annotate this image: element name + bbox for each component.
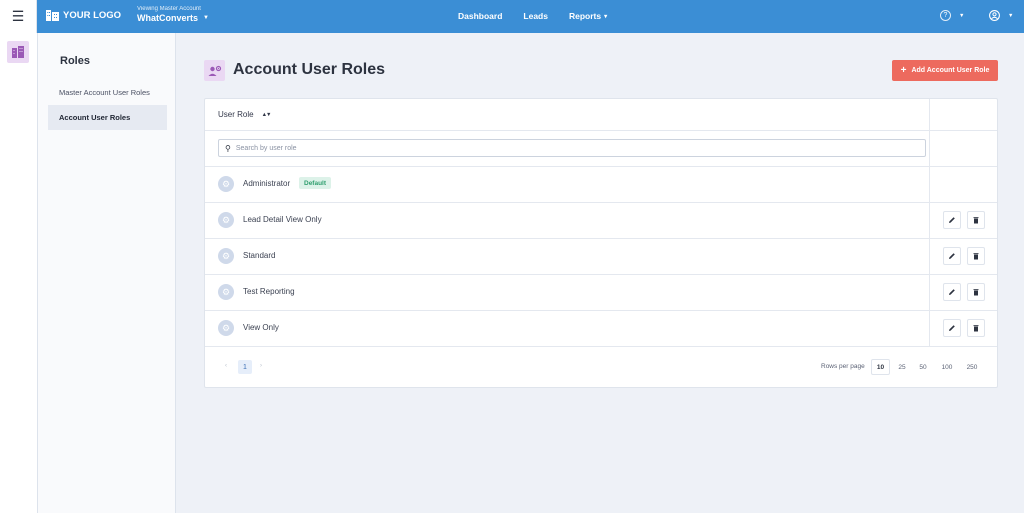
edit-button[interactable]: [943, 247, 961, 265]
delete-button[interactable]: [967, 247, 985, 265]
gear-icon: ⚙: [218, 248, 234, 264]
pencil-icon: [949, 253, 955, 259]
role-name: Standard: [243, 251, 276, 260]
role-name: View Only: [243, 323, 279, 332]
left-rail: [0, 33, 38, 513]
account-name-wrap: WhatConverts ▼: [137, 13, 209, 23]
default-badge: Default: [299, 177, 332, 189]
help-icon: ?: [940, 10, 951, 21]
hamburger-icon: ☰: [11, 8, 25, 24]
page-title: Account User Roles: [233, 61, 386, 78]
rows-per-page-250[interactable]: 250: [962, 359, 982, 375]
nav-reports[interactable]: Reports ▾: [569, 11, 607, 21]
account-switcher[interactable]: Viewing Master Account WhatConverts ▼: [137, 6, 209, 23]
nav-leads[interactable]: Leads: [523, 11, 548, 21]
rows-per-page-25[interactable]: 25: [894, 359, 910, 375]
add-account-user-role-button[interactable]: + Add Account User Role: [892, 60, 998, 81]
trash-icon: [973, 289, 979, 296]
gear-icon: ⚙: [218, 320, 234, 336]
sort-icon[interactable]: ▲▼: [262, 112, 272, 118]
logo[interactable]: YOUR LOGO: [46, 9, 121, 21]
building-glyph: [12, 46, 24, 58]
pencil-icon: [949, 289, 955, 295]
row-divider: [205, 202, 997, 203]
role-name: Administrator: [243, 179, 291, 188]
rows-per-page-100[interactable]: 100: [937, 359, 957, 375]
building-icon[interactable]: [7, 41, 29, 63]
column-header-label: User Role: [218, 110, 254, 119]
gear-icon: ⚙: [218, 284, 234, 300]
help-menu[interactable]: ? ▼: [940, 10, 964, 21]
delete-button[interactable]: [967, 211, 985, 229]
caret-down-icon: ▼: [1008, 12, 1014, 19]
search-input[interactable]: ⚲ Search by user role: [218, 139, 926, 157]
rows-per-page-50[interactable]: 50: [915, 359, 931, 375]
add-button-label: Add Account User Role: [911, 67, 990, 74]
divider: [205, 166, 997, 167]
row-divider: [205, 310, 997, 311]
trash-icon: [973, 217, 979, 224]
trash-icon: [973, 253, 979, 260]
viewing-account-label: Viewing Master Account: [137, 6, 201, 12]
nav-dashboard[interactable]: Dashboard: [458, 11, 502, 21]
row-divider: [205, 274, 997, 275]
plus-icon: +: [900, 65, 907, 76]
user-avatar-icon: [989, 10, 1000, 21]
actions-column-divider: [929, 99, 930, 346]
user-roles-table: User Role ▲▼ ⚲ Search by user role ⚙ Adm…: [204, 98, 998, 388]
pencil-icon: [949, 325, 955, 331]
edit-button[interactable]: [943, 211, 961, 229]
chevron-right-icon[interactable]: ›: [260, 363, 262, 369]
account-name: WhatConverts: [137, 13, 199, 23]
sidebar-item-account-user-roles[interactable]: Account User Roles: [48, 105, 167, 130]
building-logo-icon: [46, 10, 59, 21]
column-header-user-role[interactable]: User Role ▲▼: [218, 110, 272, 119]
delete-button[interactable]: [967, 319, 985, 337]
chevron-left-icon[interactable]: ‹: [225, 363, 227, 369]
menu-toggle-button[interactable]: ☰: [0, 0, 37, 33]
chevron-down-icon: ▾: [604, 13, 608, 20]
row-divider: [205, 346, 997, 347]
caret-down-icon: ▼: [959, 12, 965, 19]
search-icon: ⚲: [225, 143, 231, 153]
role-name: Test Reporting: [243, 287, 295, 296]
row-divider: [205, 238, 997, 239]
divider: [205, 130, 997, 131]
roles-sidebar-title: Roles: [60, 55, 90, 67]
edit-button[interactable]: [943, 319, 961, 337]
sidebar-item-master-account-user-roles[interactable]: Master Account User Roles: [48, 80, 167, 105]
user-gear-glyph: [208, 65, 221, 76]
roles-sidebar: Roles Master Account User Roles Account …: [38, 33, 176, 513]
top-navbar: YOUR LOGO Viewing Master Account WhatCon…: [0, 0, 1024, 33]
logo-text: YOUR LOGO: [63, 9, 122, 21]
gear-icon: ⚙: [218, 176, 234, 192]
pencil-icon: [949, 217, 955, 223]
role-name: Lead Detail View Only: [243, 215, 322, 224]
user-roles-icon: [204, 60, 225, 81]
edit-button[interactable]: [943, 283, 961, 301]
page-number[interactable]: 1: [238, 360, 252, 374]
gear-icon: ⚙: [218, 212, 234, 228]
search-placeholder: Search by user role: [235, 144, 297, 152]
trash-icon: [973, 325, 979, 332]
rows-per-page-label: Rows per page: [821, 363, 865, 370]
main-nav: Dashboard Leads Reports ▾: [458, 11, 628, 21]
caret-down-icon: ▼: [203, 15, 209, 21]
user-menu[interactable]: ▼: [989, 10, 1013, 21]
rows-per-page-10[interactable]: 10: [871, 359, 890, 375]
delete-button[interactable]: [967, 283, 985, 301]
nav-reports-label: Reports: [568, 11, 602, 21]
